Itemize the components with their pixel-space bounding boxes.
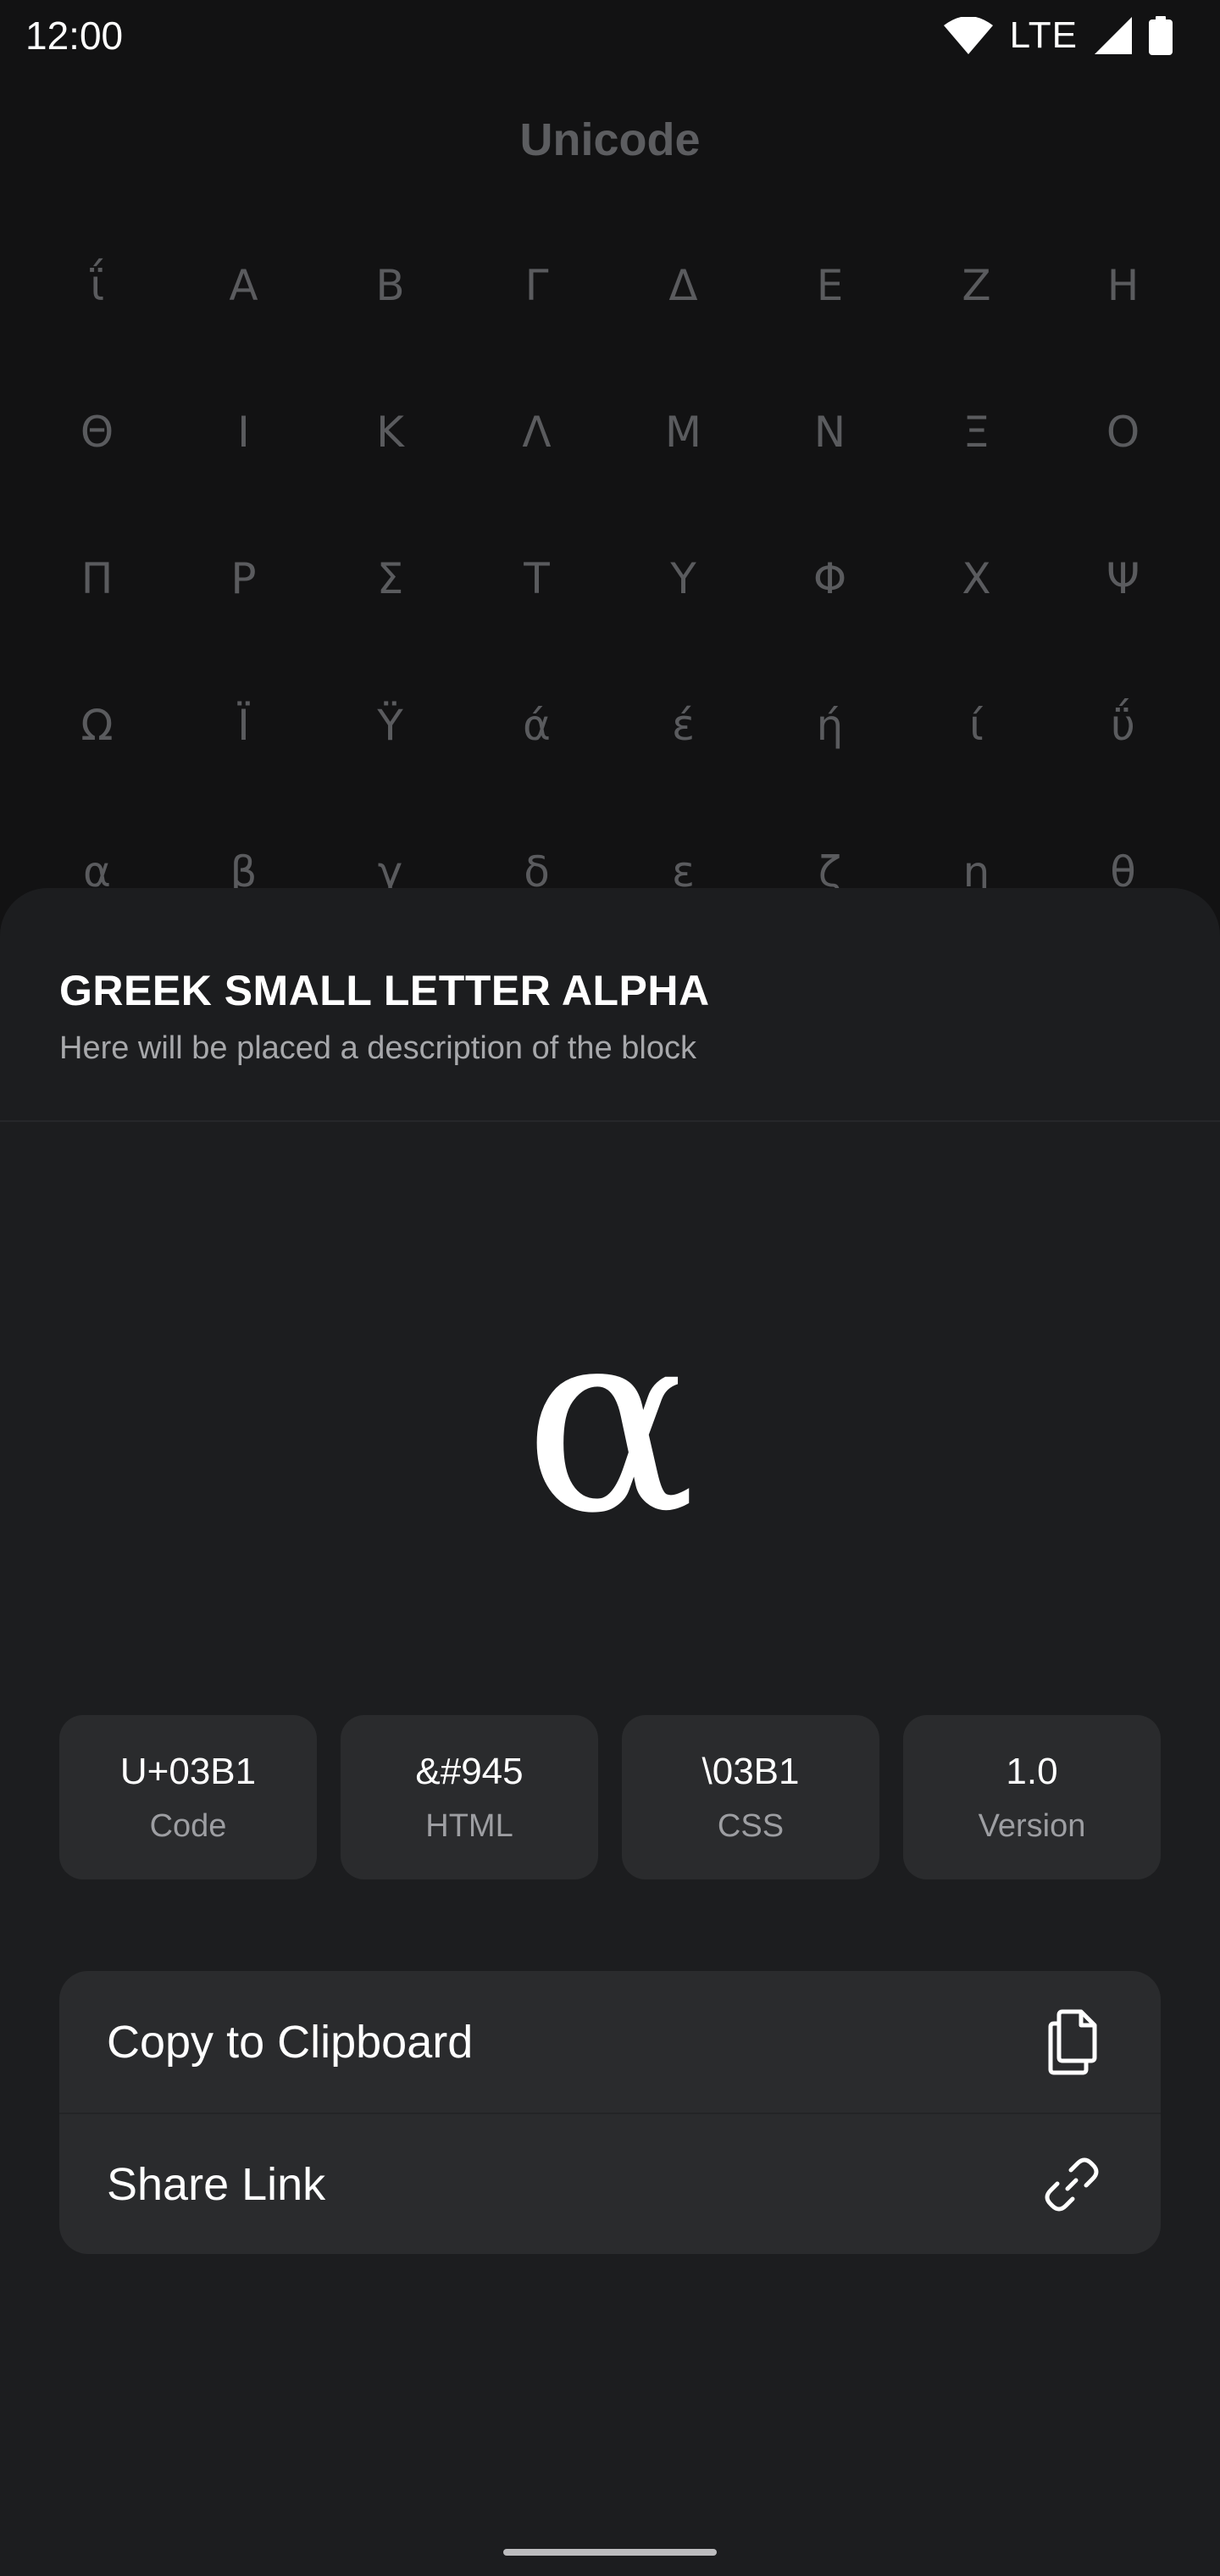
share-label: Share Link <box>107 2158 326 2210</box>
grid-cell[interactable]: Σ <box>317 505 463 652</box>
character-name: GREEK SMALL LETTER ALPHA <box>59 967 710 1014</box>
grid-cell[interactable]: Μ <box>610 358 757 505</box>
grid-cell[interactable]: Ι <box>170 358 317 505</box>
code-label: Code <box>149 1807 227 1844</box>
share-link-button[interactable]: Share Link <box>59 2112 1161 2254</box>
grid-cell[interactable]: Β <box>317 212 463 358</box>
grid-cell[interactable]: Φ <box>757 505 903 652</box>
grid-cell[interactable]: Ρ <box>170 505 317 652</box>
status-bar: 12:00 LTE <box>0 0 1220 71</box>
divider <box>0 1120 1220 1122</box>
grid-cell[interactable]: έ <box>610 652 757 798</box>
grid-cell[interactable]: Ω <box>24 652 170 798</box>
version-card[interactable]: 1.0 Version <box>903 1715 1161 1879</box>
grid-cell[interactable]: Ε <box>757 212 903 358</box>
info-cards: U+03B1 Code &#945 HTML \03B1 CSS 1.0 Ver… <box>59 1715 1161 1879</box>
grid-cell[interactable]: Ο <box>1050 358 1196 505</box>
copy-icon <box>1044 2008 1101 2076</box>
grid-cell[interactable]: Χ <box>903 505 1050 652</box>
grid-cell[interactable]: Τ <box>463 505 610 652</box>
sheet-header: GREEK SMALL LETTER ALPHA Here will be pl… <box>59 966 1161 1067</box>
grid-cell[interactable]: Υ <box>610 505 757 652</box>
code-value: U+03B1 <box>119 1750 257 1792</box>
grid-cell[interactable]: Γ <box>463 212 610 358</box>
version-label: Version <box>978 1807 1086 1844</box>
wifi-icon <box>943 17 993 54</box>
grid-cell[interactable]: Δ <box>610 212 757 358</box>
signal-icon <box>1095 17 1132 54</box>
grid-cell[interactable]: ί <box>903 652 1050 798</box>
grid-cell[interactable]: ή <box>757 652 903 798</box>
grid-cell[interactable]: Α <box>170 212 317 358</box>
grid-cell[interactable]: Ϋ <box>317 652 463 798</box>
grid-cell[interactable]: Θ <box>24 358 170 505</box>
grid-cell[interactable]: ΐ <box>24 212 170 358</box>
unicode-list-page: Unicode ΐΑΒΓΔΕΖΗ ΘΙΚΛΜΝΞΟ ΠΡΣΤΥΦΧΨ ΩΪΫάέήίΰ… <box>0 71 1220 919</box>
html-value: &#945 <box>415 1750 524 1792</box>
copy-label: Copy to Clipboard <box>107 2016 474 2068</box>
block-description: Here will be placed a description of the… <box>59 1030 696 1066</box>
home-indicator[interactable] <box>503 2549 717 2556</box>
css-value: \03B1 <box>702 1750 800 1792</box>
character-detail-sheet: GREEK SMALL LETTER ALPHA Here will be pl… <box>0 888 1220 2576</box>
character-grid: ΐΑΒΓΔΕΖΗΘΙΚΛΜΝΞΟΠΡΣΤΥΦΧΨΩΪΫάέήίΰαβγδεζηθ <box>0 212 1220 945</box>
battery-icon <box>1149 16 1173 55</box>
html-card[interactable]: &#945 HTML <box>341 1715 598 1879</box>
grid-cell[interactable]: ΰ <box>1050 652 1196 798</box>
copy-to-clipboard-button[interactable]: Copy to Clipboard <box>59 1971 1161 2112</box>
network-type: LTE <box>1009 14 1078 56</box>
grid-cell[interactable]: ά <box>463 652 610 798</box>
grid-cell[interactable]: Ξ <box>903 358 1050 505</box>
grid-cell[interactable]: Ϊ <box>170 652 317 798</box>
grid-cell[interactable]: Ζ <box>903 212 1050 358</box>
grid-cell[interactable]: Π <box>24 505 170 652</box>
status-time: 12:00 <box>25 14 124 58</box>
character-preview: α <box>524 1274 696 1569</box>
css-card[interactable]: \03B1 CSS <box>622 1715 879 1879</box>
grid-cell[interactable]: Ψ <box>1050 505 1196 652</box>
version-value: 1.0 <box>1006 1750 1058 1792</box>
code-card[interactable]: U+03B1 Code <box>59 1715 317 1879</box>
grid-cell[interactable]: Ν <box>757 358 903 505</box>
css-label: CSS <box>717 1807 785 1844</box>
grid-cell[interactable]: Κ <box>317 358 463 505</box>
html-label: HTML <box>425 1807 513 1844</box>
grid-cell[interactable]: Λ <box>463 358 610 505</box>
page-title: Unicode <box>519 114 701 165</box>
grid-cell[interactable]: Η <box>1050 212 1196 358</box>
link-icon <box>1042 2155 1101 2214</box>
status-icons: LTE <box>943 14 1173 57</box>
screen: 12:00 LTE Unicode ΐΑΒΓΔΕΖΗ Θ Ι Κ Λ Μ Ν Ξ… <box>0 0 1220 2576</box>
action-list: Copy to Clipboard Share Link <box>59 1971 1161 2254</box>
